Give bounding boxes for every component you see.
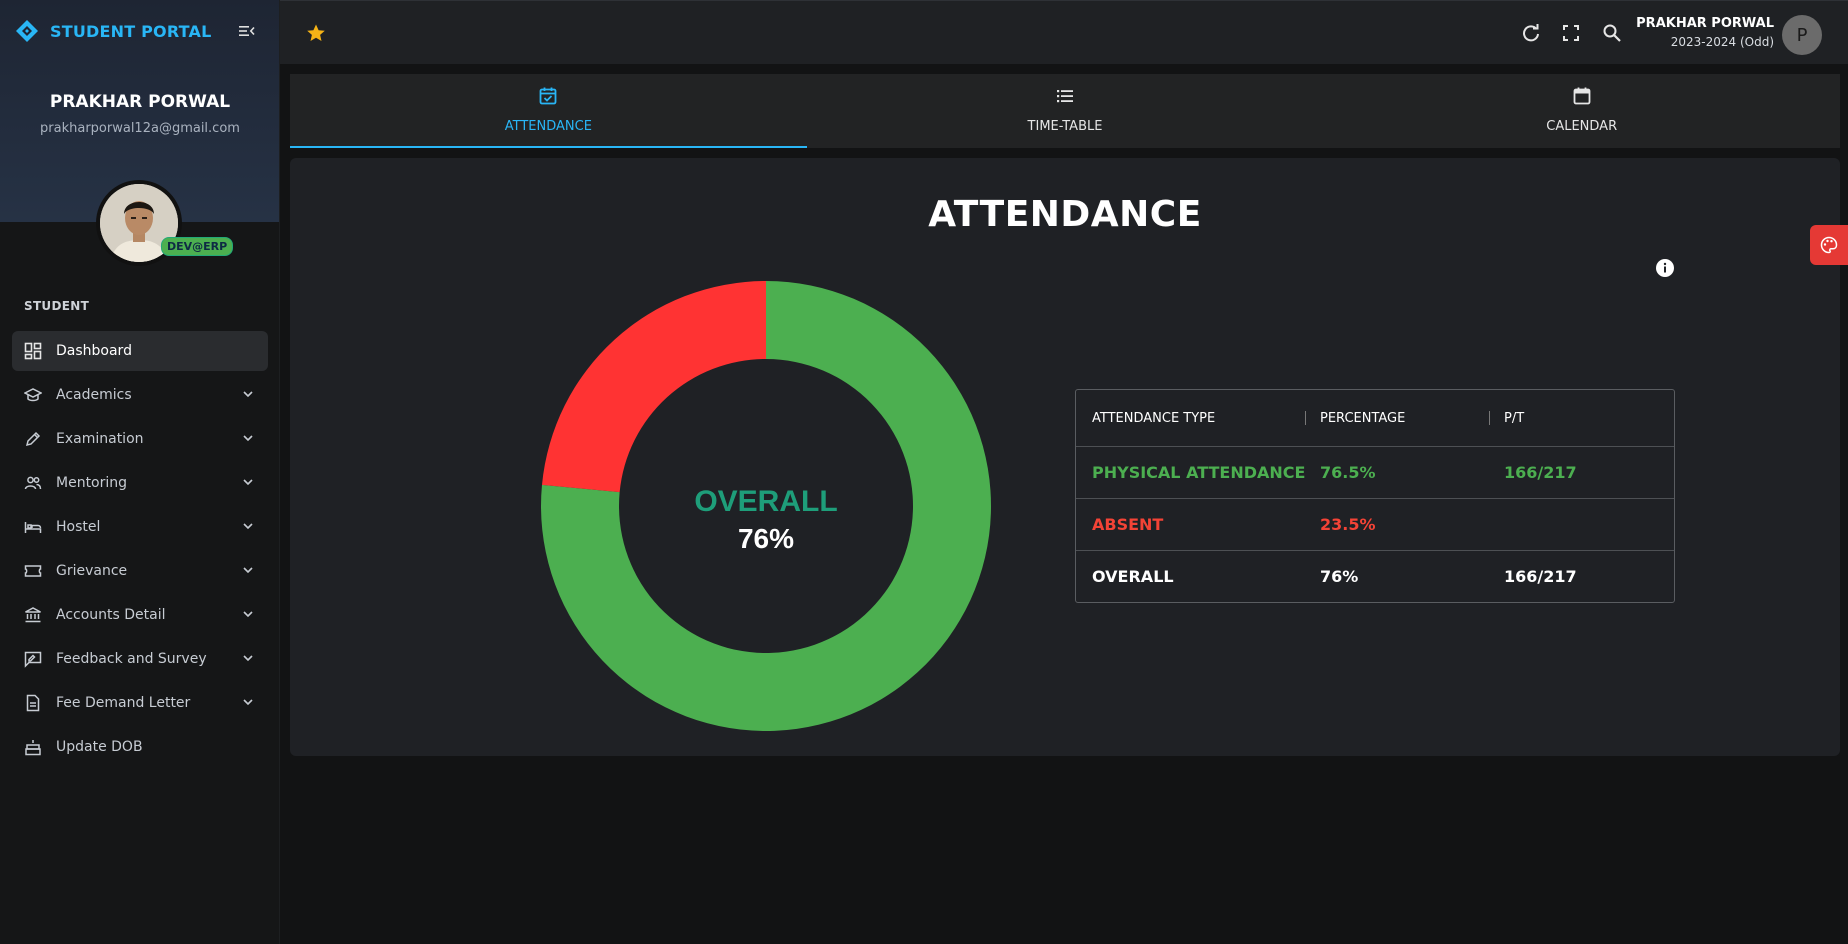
sidebar-item-label: Feedback and Survey bbox=[56, 651, 207, 667]
bed-icon bbox=[24, 518, 42, 536]
attendance-donut-chart: OVERALL 76% bbox=[541, 281, 991, 731]
calendar-icon bbox=[1573, 87, 1591, 105]
theme-palette-button[interactable] bbox=[1810, 225, 1848, 265]
graduation-cap-icon bbox=[24, 386, 42, 404]
sidebar-item-label: Hostel bbox=[56, 519, 101, 535]
sidebar-item-label: Accounts Detail bbox=[56, 607, 166, 623]
sidebar-item-label: Fee Demand Letter bbox=[56, 695, 191, 711]
row-pt: 166/217 bbox=[1504, 463, 1577, 482]
sidebar-item-grievance[interactable]: Grievance bbox=[12, 551, 268, 591]
chevron-down-icon bbox=[243, 567, 253, 574]
sidebar-nav: Dashboard Academics Examination Mentorin… bbox=[12, 331, 268, 771]
table-header-row: ATTENDANCE TYPE PERCENTAGE P/T bbox=[1076, 390, 1674, 446]
cake-icon bbox=[24, 738, 42, 756]
chevron-down-icon bbox=[243, 435, 253, 442]
tab-label: TIME-TABLE bbox=[1027, 119, 1103, 134]
chevron-down-icon bbox=[243, 391, 253, 398]
tab-time-table[interactable]: TIME-TABLE bbox=[807, 74, 1324, 148]
ticket-icon bbox=[24, 562, 42, 580]
info-icon[interactable] bbox=[1655, 258, 1675, 278]
star-icon[interactable] bbox=[306, 23, 326, 43]
sidebar-section-label: STUDENT bbox=[24, 299, 90, 313]
profile-name: PRAKHAR PORWAL bbox=[49, 92, 231, 112]
row-pt: 166/217 bbox=[1504, 567, 1577, 586]
row-type: OVERALL bbox=[1092, 567, 1174, 586]
feedback-icon bbox=[24, 650, 42, 668]
sidebar-item-accounts-detail[interactable]: Accounts Detail bbox=[12, 595, 268, 635]
row-percentage: 76% bbox=[1320, 567, 1359, 586]
sidebar-item-label: Academics bbox=[56, 387, 132, 403]
header-pt: P/T bbox=[1504, 410, 1525, 426]
sidebar-item-label: Dashboard bbox=[56, 343, 132, 359]
sidebar-item-mentoring[interactable]: Mentoring bbox=[12, 463, 268, 503]
user-name: PRAKHAR PORWAL bbox=[1636, 16, 1774, 31]
sidebar-item-label: Examination bbox=[56, 431, 144, 447]
chevron-down-icon bbox=[243, 611, 253, 618]
donut-slice-absent[interactable] bbox=[541, 281, 766, 493]
user-avatar[interactable]: P bbox=[1782, 15, 1822, 55]
tab-calendar[interactable]: CALENDAR bbox=[1323, 74, 1840, 148]
row-percentage: 76.5% bbox=[1320, 463, 1376, 482]
chevron-down-icon bbox=[243, 655, 253, 662]
row-type: ABSENT bbox=[1092, 515, 1164, 534]
attendance-title: ATTENDANCE bbox=[928, 194, 1202, 235]
row-type: PHYSICAL ATTENDANCE bbox=[1092, 463, 1306, 482]
table-row: PHYSICAL ATTENDANCE 76.5% 166/217 bbox=[1076, 446, 1674, 498]
chevron-down-icon bbox=[243, 523, 253, 530]
pencil-icon bbox=[24, 430, 42, 448]
tab-attendance[interactable]: ATTENDANCE bbox=[290, 74, 807, 148]
donut-center-label: OVERALL bbox=[694, 485, 837, 518]
table-row: ABSENT 23.5% bbox=[1076, 498, 1674, 550]
chevron-down-icon bbox=[243, 479, 253, 486]
chevron-down-icon bbox=[243, 699, 253, 706]
attendance-table: ATTENDANCE TYPE PERCENTAGE P/T PHYSICAL … bbox=[1075, 389, 1675, 603]
sidebar-item-label: Update DOB bbox=[56, 739, 143, 755]
brand-logo-icon bbox=[16, 20, 38, 42]
profile-email: prakharporwal12a@gmail.com bbox=[40, 121, 240, 136]
sidebar-item-fee-demand-letter[interactable]: Fee Demand Letter bbox=[12, 683, 268, 723]
list-icon bbox=[1057, 90, 1073, 103]
brand[interactable]: STUDENT PORTAL bbox=[14, 18, 212, 44]
people-icon bbox=[24, 474, 42, 492]
calendar-check-icon bbox=[539, 87, 557, 105]
session-label: 2023-2024 (Odd) bbox=[1670, 35, 1774, 49]
donut-center-value: 76% bbox=[738, 523, 794, 554]
tab-label: ATTENDANCE bbox=[504, 119, 592, 134]
brand-name: STUDENT PORTAL bbox=[50, 21, 212, 41]
row-percentage: 23.5% bbox=[1320, 515, 1376, 534]
sidebar-item-label: Mentoring bbox=[56, 475, 128, 491]
palette-icon bbox=[1820, 236, 1838, 254]
sidebar-item-dashboard[interactable]: Dashboard bbox=[12, 331, 268, 371]
topbar: PRAKHAR PORWAL 2023-2024 (Odd) P bbox=[280, 0, 1848, 64]
dashboard-icon bbox=[24, 342, 42, 360]
tab-label: CALENDAR bbox=[1546, 119, 1618, 134]
table-row: OVERALL 76% 166/217 bbox=[1076, 550, 1674, 602]
document-icon bbox=[24, 694, 42, 712]
header-percentage: PERCENTAGE bbox=[1306, 410, 1490, 426]
sidebar: STUDENT PORTAL PRAKHAR PORWAL prakharpor… bbox=[0, 0, 280, 944]
header-attendance-type: ATTENDANCE TYPE bbox=[1076, 410, 1306, 426]
search-icon[interactable] bbox=[1602, 23, 1622, 43]
sidebar-item-examination[interactable]: Examination bbox=[12, 419, 268, 459]
sidebar-item-academics[interactable]: Academics bbox=[12, 375, 268, 415]
sidebar-item-update-dob[interactable]: Update DOB bbox=[12, 727, 268, 767]
tab-bar: ATTENDANCE TIME-TABLE CALENDAR bbox=[290, 74, 1840, 148]
user-info[interactable]: PRAKHAR PORWAL 2023-2024 (Odd) bbox=[1636, 16, 1774, 49]
attendance-card: ATTENDANCE OVERALL 76% ATTENDANCE TYPE P… bbox=[290, 158, 1840, 756]
sidebar-item-hostel[interactable]: Hostel bbox=[12, 507, 268, 547]
dev-badge: DEV@ERP bbox=[161, 237, 234, 256]
refresh-icon[interactable] bbox=[1521, 23, 1541, 43]
bank-icon bbox=[24, 606, 42, 624]
fullscreen-icon[interactable] bbox=[1561, 23, 1581, 43]
menu-collapse-icon[interactable] bbox=[238, 22, 256, 40]
sidebar-item-feedback-and-survey[interactable]: Feedback and Survey bbox=[12, 639, 268, 679]
sidebar-item-label: Grievance bbox=[56, 563, 128, 579]
